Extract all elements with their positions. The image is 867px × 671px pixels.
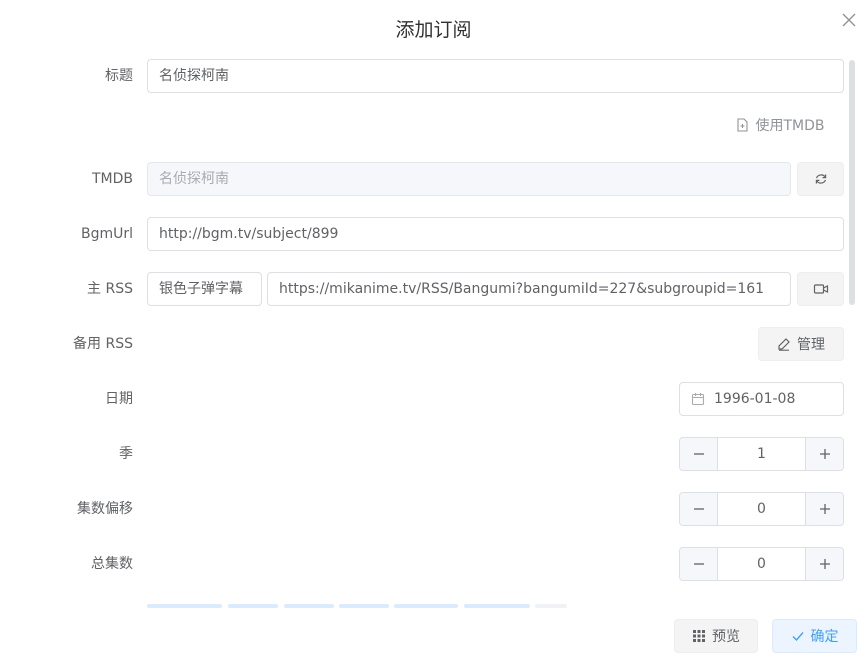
tag-item[interactable] — [339, 604, 389, 608]
preview-button[interactable]: 预览 — [674, 619, 758, 653]
total-episodes-stepper: 0 — [679, 547, 844, 581]
rss-preview-button[interactable] — [797, 272, 844, 306]
season-stepper: 1 — [679, 437, 844, 471]
tag-item[interactable] — [394, 604, 458, 608]
offset-decrease-button[interactable] — [680, 493, 718, 525]
manage-label: 管理 — [797, 337, 825, 353]
episode-offset-stepper: 0 — [679, 492, 844, 526]
confirm-label: 确定 — [810, 629, 839, 645]
season-value[interactable]: 1 — [718, 438, 805, 470]
dialog-title: 添加订阅 — [395, 19, 472, 41]
date-picker[interactable]: 1996-01-08 — [679, 382, 844, 416]
total-value[interactable]: 0 — [718, 548, 805, 580]
main-rss-group-select[interactable]: 银色子弹字幕 — [147, 272, 262, 306]
title-label: 标题 — [105, 68, 133, 84]
offset-value[interactable]: 0 — [718, 493, 805, 525]
refresh-icon — [814, 172, 828, 186]
scrollbar[interactable] — [849, 60, 855, 305]
calendar-icon — [691, 392, 705, 406]
season-label: 季 — [119, 446, 133, 462]
tmdb-label: TMDB — [91, 171, 133, 187]
main-rss-url-input[interactable]: https://mikanime.tv/RSS/Bangumi?bangumiI… — [267, 272, 791, 306]
grid-icon — [692, 629, 706, 643]
add-subscription-dialog: 添加订阅 标题 名侦探柯南 使用TMDB TMDB 名侦探柯南 BgmUrl h… — [0, 0, 867, 671]
use-tmdb-label: 使用TMDB — [755, 118, 825, 134]
tag-item[interactable] — [535, 604, 567, 608]
tag-item[interactable] — [147, 604, 222, 608]
season-increase-button[interactable] — [805, 438, 843, 470]
episode-offset-label: 集数偏移 — [77, 501, 133, 517]
total-decrease-button[interactable] — [680, 548, 718, 580]
tag-item[interactable] — [464, 604, 530, 608]
season-decrease-button[interactable] — [680, 438, 718, 470]
total-increase-button[interactable] — [805, 548, 843, 580]
bgmurl-input[interactable]: http://bgm.tv/subject/899 — [147, 217, 844, 251]
file-icon — [735, 118, 749, 132]
refresh-button[interactable] — [797, 162, 844, 196]
manage-button[interactable]: 管理 — [758, 327, 844, 361]
total-episodes-label: 总集数 — [91, 556, 133, 572]
confirm-button[interactable]: 确定 — [772, 619, 857, 653]
offset-increase-button[interactable] — [805, 493, 843, 525]
tag-item[interactable] — [228, 604, 278, 608]
title-input[interactable]: 名侦探柯南 — [147, 59, 844, 93]
preview-label: 预览 — [712, 629, 740, 645]
edit-icon — [777, 337, 791, 351]
date-value: 1996-01-08 — [714, 391, 796, 407]
check-icon — [791, 629, 805, 643]
video-camera-icon — [813, 282, 829, 296]
main-rss-label: 主 RSS — [87, 281, 133, 297]
use-tmdb-button[interactable]: 使用TMDB — [726, 108, 834, 142]
close-icon[interactable] — [839, 10, 859, 30]
backup-rss-label: 备用 RSS — [73, 336, 133, 352]
tag-item[interactable] — [284, 604, 334, 608]
tmdb-input[interactable]: 名侦探柯南 — [147, 162, 791, 196]
date-label: 日期 — [105, 391, 133, 407]
bgmurl-label: BgmUrl — [80, 226, 133, 242]
